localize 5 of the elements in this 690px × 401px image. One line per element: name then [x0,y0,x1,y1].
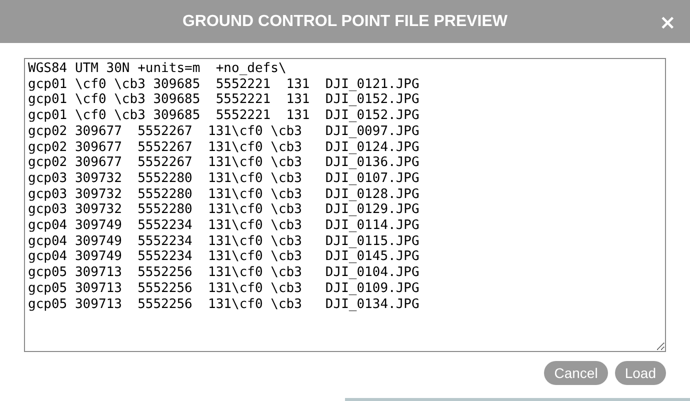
close-button[interactable]: × [655,10,680,34]
dialog-title: GROUND CONTROL POINT FILE PREVIEW [182,12,508,30]
file-preview-text-area[interactable]: WGS84 UTM 30N +units=m +no_defs\ gcp01 \cf0 \cb3 309685 5552221 131 DJI_0121.JPG gcp01 \cf0 \cb3 309685 5552221 131 DJI_0152.JPG gcp01 \cf0 \cb3 309685 5552221 131 DJI_0152.JPG gcp02 309677 5552267 131\cf0 \cb3 DJI_0097.JPG gcp02 309677 5552267 131\cf0 \cb3 DJI_0124.JPG gcp02 309677 5552267 131\cf0 \cb3 DJI_0136.JPG gcp03 309732 5552280 131\cf0 \cb3 DJI_0107.JPG gcp03 309732 5552280 131\cf0 \cb3 DJI_0128.JPG gcp03 309732 5552280 131\cf0 \cb3 DJI_0129.JPG gcp04 309749 5552234 131\cf0 \cb3 DJI_0114.JPG gcp04 309749 5552234 131\cf0 \cb3 DJI_0115.JPG gcp04 309749 5552234 131\cf0 \cb3 DJI_0145.JPG gcp05 309713 5552256 131\cf0 \cb3 DJI_0104.JPG gcp05 309713 5552256 131\cf0 \cb3 DJI_0109.JPG gcp05 309713 5552256 131\cf0 \cb3 DJI_0134.JPG [24,58,666,352]
cancel-button[interactable]: Cancel [544,361,608,385]
load-button[interactable]: Load [614,361,666,385]
